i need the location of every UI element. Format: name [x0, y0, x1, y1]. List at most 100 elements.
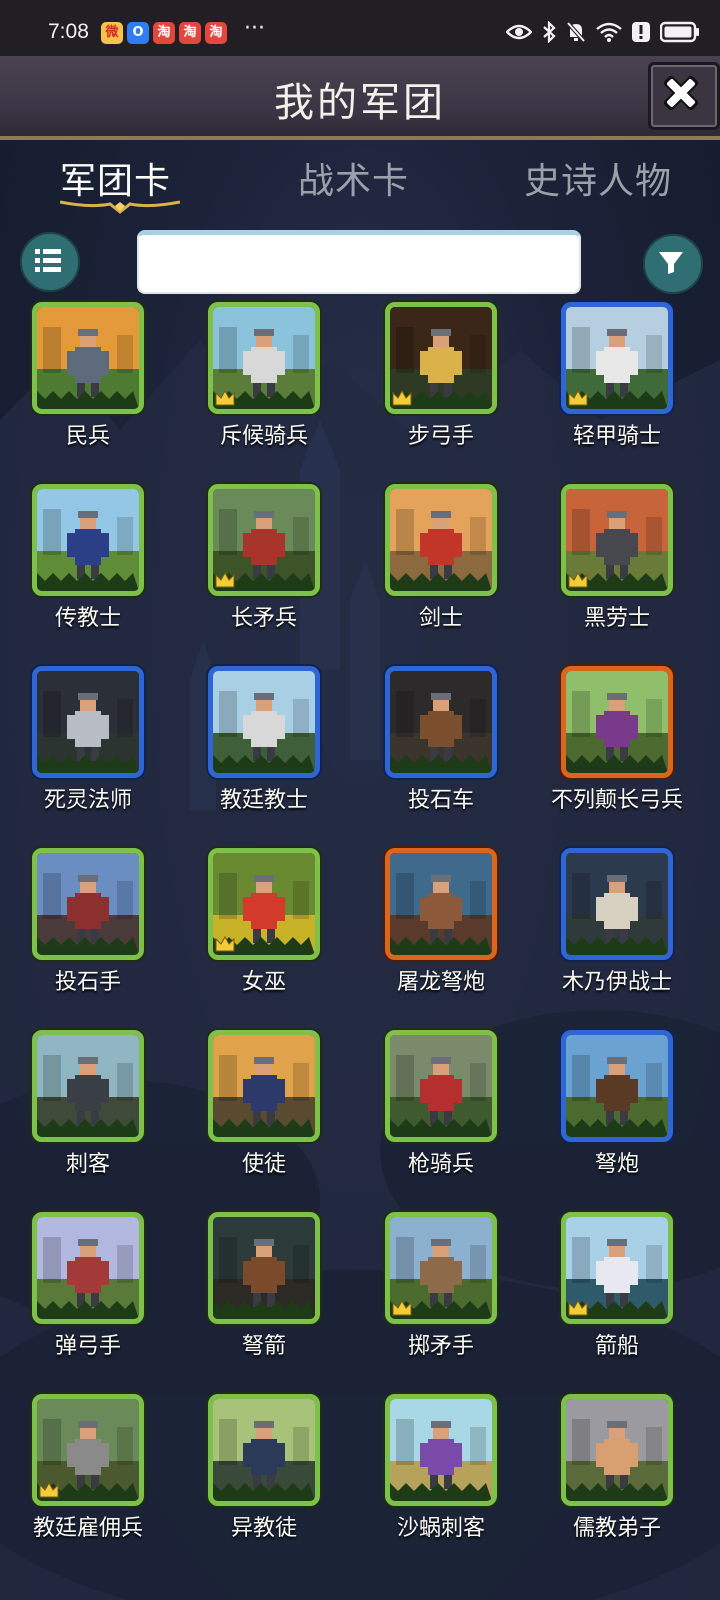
unit-art: [37, 1217, 139, 1319]
unit-name: 掷矛手: [407, 1334, 474, 1359]
list-view-button[interactable]: [20, 232, 80, 292]
unit-art: [566, 307, 668, 409]
unit-portrait: [208, 666, 320, 778]
filter-icon: [659, 252, 683, 274]
unit-card[interactable]: 枪骑兵: [371, 1028, 511, 1188]
unit-card[interactable]: 刺客: [18, 1028, 158, 1188]
unit-art: [390, 671, 492, 773]
unit-name: 弩箭: [241, 1334, 286, 1359]
unit-art: [213, 489, 315, 591]
unit-portrait: [208, 1030, 320, 1142]
unit-name: 传教士: [54, 606, 121, 631]
unit-card[interactable]: 长矛兵: [194, 482, 334, 642]
unit-card[interactable]: 死灵法师: [18, 664, 158, 824]
unit-card[interactable]: 异教徒: [194, 1392, 334, 1552]
weibo-icon: 微: [101, 22, 123, 44]
unit-art: [37, 853, 139, 955]
unit-card[interactable]: 轻甲骑士: [547, 300, 687, 460]
unit-card[interactable]: 女巫: [194, 846, 334, 1006]
eye-icon: [506, 24, 532, 40]
unit-portrait: [385, 484, 497, 596]
unit-art: [566, 1035, 668, 1137]
unit-card[interactable]: 剑士: [371, 482, 511, 642]
unit-card[interactable]: 教廷雇佣兵: [18, 1392, 158, 1552]
unit-portrait: [32, 1212, 144, 1324]
unit-portrait: [32, 484, 144, 596]
unit-portrait: [561, 1394, 673, 1506]
unit-art: [566, 671, 668, 773]
unit-art: [213, 1035, 315, 1137]
unit-card[interactable]: 木乃伊战士: [547, 846, 687, 1006]
unit-card[interactable]: 投石手: [18, 846, 158, 1006]
unit-card[interactable]: 儒教弟子: [547, 1392, 687, 1552]
unit-portrait: [561, 666, 673, 778]
unit-card[interactable]: 传教士: [18, 482, 158, 642]
unit-portrait: [32, 666, 144, 778]
unit-card[interactable]: 屠龙弩炮: [371, 846, 511, 1006]
unit-art: [213, 307, 315, 409]
unit-name: 屠龙弩炮: [396, 970, 485, 995]
unit-name: 女巫: [241, 970, 286, 995]
unit-card[interactable]: 箭船: [547, 1210, 687, 1370]
unit-art: [37, 1399, 139, 1501]
unit-portrait: [561, 1030, 673, 1142]
unit-art: [390, 1399, 492, 1501]
unit-name: 教廷教士: [219, 788, 308, 813]
unit-name: 儒教弟子: [572, 1516, 661, 1541]
unit-card[interactable]: 投石车: [371, 664, 511, 824]
unit-portrait: [385, 1394, 497, 1506]
unit-art: [37, 307, 139, 409]
unit-card[interactable]: 不列颠长弓兵: [547, 664, 687, 824]
unit-name: 投石手: [54, 970, 121, 995]
unit-card[interactable]: 民兵: [18, 300, 158, 460]
active-tab-indicator: [60, 200, 180, 214]
unit-name: 沙蜗刺客: [396, 1516, 485, 1541]
wifi-icon: [596, 22, 622, 42]
unit-name: 死灵法师: [43, 788, 132, 813]
unit-art: [566, 1217, 668, 1319]
unit-card[interactable]: 黑劳士: [547, 482, 687, 642]
unit-portrait: [32, 302, 144, 414]
unit-art: [390, 307, 492, 409]
unit-name: 刺客: [65, 1152, 110, 1177]
unit-name: 箭船: [594, 1334, 639, 1359]
unit-portrait: [385, 666, 497, 778]
unit-portrait: [385, 1030, 497, 1142]
unit-art: [390, 1217, 492, 1319]
unit-card[interactable]: 使徒: [194, 1028, 334, 1188]
search-input[interactable]: [137, 230, 581, 294]
taobao-icon: 淘: [153, 22, 175, 44]
unit-portrait: [385, 302, 497, 414]
unit-portrait: [561, 302, 673, 414]
unit-name: 长矛兵: [230, 606, 297, 631]
unit-card[interactable]: 沙蜗刺客: [371, 1392, 511, 1552]
filter-button[interactable]: [643, 234, 703, 294]
unit-art: [213, 1217, 315, 1319]
unit-portrait: [385, 848, 497, 960]
unit-name: 步弓手: [407, 424, 474, 449]
unit-card[interactable]: 弹弓手: [18, 1210, 158, 1370]
unit-name: 枪骑兵: [407, 1152, 474, 1177]
unit-art: [390, 489, 492, 591]
unit-card[interactable]: 步弓手: [371, 300, 511, 460]
unit-name: 异教徒: [230, 1516, 297, 1541]
unit-name: 使徒: [241, 1152, 286, 1177]
unit-card[interactable]: 斥候骑兵: [194, 300, 334, 460]
unit-portrait: [208, 848, 320, 960]
close-button[interactable]: [648, 62, 720, 130]
unit-art: [566, 489, 668, 591]
unit-name: 不列颠长弓兵: [550, 788, 683, 813]
unit-card[interactable]: 教廷教士: [194, 664, 334, 824]
unit-art: [390, 853, 492, 955]
unit-card[interactable]: 弩炮: [547, 1028, 687, 1188]
tab-tactic-cards[interactable]: 战术卡: [298, 152, 409, 204]
unit-card[interactable]: 掷矛手: [371, 1210, 511, 1370]
unit-card[interactable]: 弩箭: [194, 1210, 334, 1370]
tab-epic-characters[interactable]: 史诗人物: [524, 152, 672, 204]
unit-portrait: [561, 1212, 673, 1324]
unit-name: 教廷雇佣兵: [32, 1516, 143, 1541]
close-icon: [663, 75, 699, 111]
unit-art: [37, 1035, 139, 1137]
o-app-icon: O: [127, 22, 149, 44]
tab-legion-cards[interactable]: 军团卡: [60, 152, 171, 204]
